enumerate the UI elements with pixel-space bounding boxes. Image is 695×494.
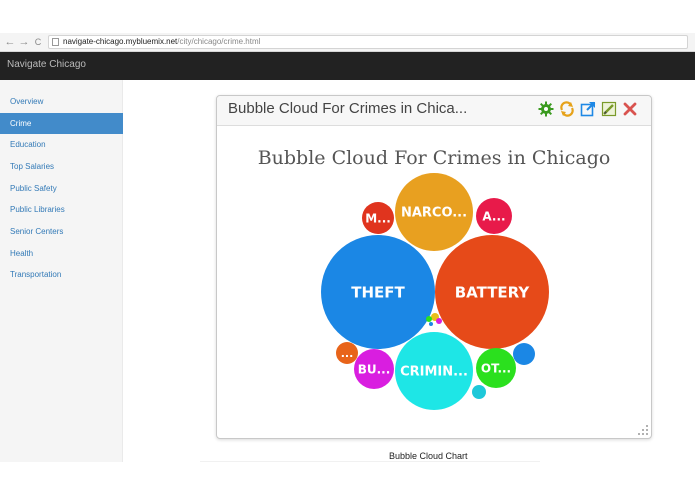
sidebar-item-senior-centers[interactable]: Senior Centers: [0, 221, 123, 242]
bubble-label: BATTERY: [455, 283, 531, 301]
external-link-icon[interactable]: [580, 101, 596, 117]
forward-button[interactable]: →: [18, 35, 30, 49]
sidebar-item-public-safety[interactable]: Public Safety: [0, 178, 123, 199]
sidebar-item-public-libraries[interactable]: Public Libraries: [0, 199, 123, 220]
sidebar-item-top-salaries[interactable]: Top Salaries: [0, 156, 123, 177]
chart-widget: Bubble Cloud For Crimes in Chica... Bubb…: [216, 95, 652, 439]
bubble-label: A...: [482, 209, 505, 223]
close-icon[interactable]: [622, 101, 638, 117]
edit-icon[interactable]: [601, 101, 617, 117]
sidebar-item-crime[interactable]: Crime: [0, 113, 123, 134]
bubble-group: THEFT BATTERY NARCO... CRIMIN... M... A... BU.…: [321, 173, 549, 410]
bubble-small-14[interactable]: [429, 322, 433, 326]
bubble-label: OT...: [481, 361, 511, 375]
bottom-whitespace: [0, 462, 695, 494]
app-navbar: Navigate Chicago: [0, 52, 695, 80]
reload-button[interactable]: C: [32, 35, 44, 49]
back-button[interactable]: ←: [4, 35, 16, 49]
bubble-label: M...: [365, 211, 391, 225]
widget-header[interactable]: Bubble Cloud For Crimes in Chica...: [217, 96, 651, 126]
chart-caption: Bubble Cloud Chart: [389, 451, 468, 461]
chart-area: Bubble Cloud For Crimes in Chicago THEFT…: [217, 127, 651, 438]
bubble-small-9[interactable]: [513, 343, 535, 365]
sidebar: Overview Crime Education Top Salaries Pu…: [0, 80, 123, 462]
widget-title: Bubble Cloud For Crimes in Chica...: [228, 100, 468, 117]
refresh-icon[interactable]: [559, 101, 575, 117]
sidebar-item-education[interactable]: Education: [0, 134, 123, 155]
resize-handle[interactable]: [637, 424, 649, 436]
bubble-chart-svg: Bubble Cloud For Crimes in Chicago THEFT…: [258, 147, 611, 410]
address-bar[interactable]: navigate-chicago.mybluemix.net/city/chic…: [48, 35, 688, 49]
bubble-small-12[interactable]: [426, 316, 432, 322]
brand-link[interactable]: Navigate Chicago: [7, 59, 86, 70]
sidebar-item-health[interactable]: Health: [0, 243, 123, 264]
bubble-label: THEFT: [351, 283, 405, 301]
url-host: navigate-chicago.mybluemix.net: [63, 37, 178, 46]
bubble-label: ...: [341, 347, 354, 360]
sidebar-item-transportation[interactable]: Transportation: [0, 264, 123, 285]
url-path: /city/chicago/crime.html: [177, 37, 261, 46]
bubble-label: CRIMIN...: [400, 365, 468, 380]
bubble-label: NARCO...: [401, 206, 467, 221]
page-icon: [52, 38, 59, 46]
top-whitespace: [0, 0, 695, 33]
sidebar-item-overview[interactable]: Overview: [0, 91, 123, 112]
bubble-label: BU...: [358, 362, 391, 376]
bubble-small-13[interactable]: [436, 318, 442, 324]
bubble-small-10[interactable]: [472, 385, 486, 399]
chart-title: Bubble Cloud For Crimes in Chicago: [258, 147, 611, 169]
gear-icon[interactable]: [538, 101, 554, 117]
browser-toolbar: ← → C navigate-chicago.mybluemix.net/cit…: [0, 33, 695, 52]
